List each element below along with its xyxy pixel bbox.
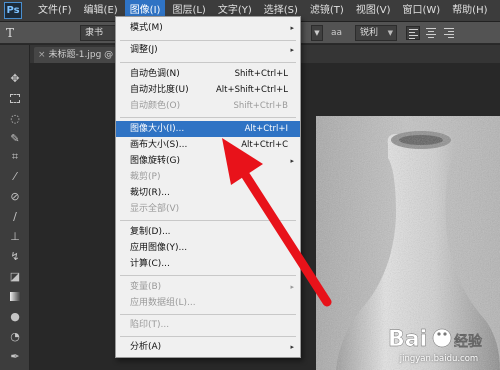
chevron-down-icon: ▼ [387, 29, 393, 37]
menu-divider [120, 220, 296, 221]
menu-window[interactable]: 窗口(W) [397, 0, 445, 22]
close-icon[interactable]: × [38, 50, 46, 60]
marquee-icon[interactable] [7, 91, 23, 107]
menu-filter[interactable]: 滤镜(T) [305, 0, 349, 22]
align-center-icon[interactable] [424, 26, 438, 40]
baidu-watermark: Bai 经验 jingyan.baidu.com [384, 318, 494, 366]
align-left-icon[interactable] [406, 26, 420, 40]
shortcut-label: Shift+Ctrl+B [233, 101, 288, 111]
submenu-arrow-icon: ▸ [290, 46, 294, 54]
blur-icon[interactable]: ● [7, 309, 23, 325]
menu-item-mode[interactable]: 模式(M) ▸ [116, 20, 300, 36]
antialias-select[interactable]: 锐利 ▼ [355, 25, 397, 41]
baidu-logo-icon: Bai 经验 [388, 327, 483, 352]
align-right-icon[interactable] [442, 26, 456, 40]
menu-item-apply-data-set-label: 应用数据组(L)... [130, 298, 196, 308]
menu-divider [120, 40, 296, 41]
menu-item-canvas-size[interactable]: 画布大小(S)... Alt+Ctrl+C [116, 137, 300, 153]
clone-stamp-icon[interactable]: ⊥ [7, 229, 23, 245]
menu-item-auto-color-label: 自动颜色(O) [130, 101, 181, 111]
menu-item-mode-label: 模式(M) [130, 23, 163, 33]
menu-item-duplicate[interactable]: 复制(D)... [116, 224, 300, 240]
eyedropper-icon[interactable]: ⁄ [7, 169, 23, 185]
photoshop-logo-icon: Ps [4, 2, 22, 19]
shortcut-label: Alt+Shift+Ctrl+L [215, 85, 288, 95]
menu-item-image-rotation[interactable]: 图像旋转(G) ▸ [116, 153, 300, 169]
type-tool-icon[interactable]: T [6, 25, 20, 41]
menu-item-apply-data-set: 应用数据组(L)... [116, 295, 300, 311]
menu-item-crop-label: 裁剪(P) [130, 172, 161, 182]
menu-divider [120, 62, 296, 63]
svg-text:Bai: Bai [388, 327, 427, 352]
eraser-icon[interactable]: ◪ [7, 269, 23, 285]
menu-item-variables-label: 变量(B) [130, 282, 162, 292]
menu-item-duplicate-label: 复制(D)... [130, 227, 171, 237]
menu-item-trap: 陷印(T)... [116, 317, 300, 333]
menu-item-calculations-label: 计算(C)... [130, 259, 170, 269]
healing-icon[interactable]: ⊘ [7, 189, 23, 205]
history-brush-icon[interactable]: ↯ [7, 249, 23, 265]
menu-item-trim[interactable]: 裁切(R)... [116, 185, 300, 201]
watermark-url: jingyan.baidu.com [399, 354, 479, 364]
menu-divider [120, 314, 296, 315]
brush-icon[interactable]: ∕ [7, 209, 23, 225]
menu-item-adjustments-label: 调整(J) [130, 45, 158, 55]
menu-item-auto-color: 自动颜色(O) Shift+Ctrl+B [116, 98, 300, 114]
svg-text:经验: 经验 [454, 333, 483, 350]
menu-item-analysis[interactable]: 分析(A) ▸ [116, 339, 300, 355]
image-menu-dropdown: 模式(M) ▸ 调整(J) ▸ 自动色调(N) Shift+Ctrl+L 自动对… [115, 16, 301, 358]
submenu-arrow-icon: ▸ [290, 283, 294, 291]
crop-icon[interactable]: ⌗ [7, 149, 23, 165]
menu-item-adjustments[interactable]: 调整(J) ▸ [116, 42, 300, 58]
antialias-value: 锐利 [360, 28, 379, 38]
shortcut-label: Alt+Ctrl+I [244, 124, 288, 134]
menu-item-canvas-size-label: 画布大小(S)... [130, 140, 188, 150]
move-icon[interactable]: ✥ [7, 71, 23, 87]
font-size-dropdown[interactable]: ▼ [311, 25, 323, 41]
menu-item-auto-contrast[interactable]: 自动对比度(U) Alt+Shift+Ctrl+L [116, 82, 300, 98]
shortcut-label: Alt+Ctrl+C [241, 140, 288, 150]
menu-item-image-size[interactable]: 图像大小(I)... Alt+Ctrl+I [116, 121, 300, 137]
menu-item-auto-tone[interactable]: 自动色调(N) Shift+Ctrl+L [116, 66, 300, 82]
menu-item-trap-label: 陷印(T)... [130, 320, 170, 330]
lasso-icon[interactable]: ◌ [7, 111, 23, 127]
menu-item-variables: 变量(B) ▸ [116, 279, 300, 295]
menu-item-analysis-label: 分析(A) [130, 342, 162, 352]
antialias-icon: aa [331, 28, 343, 38]
pen-icon[interactable]: ✒ [7, 349, 23, 365]
menu-divider [120, 117, 296, 118]
menu-divider [120, 336, 296, 337]
submenu-arrow-icon: ▸ [290, 24, 294, 32]
menu-item-trim-label: 裁切(R)... [130, 188, 170, 198]
menu-item-reveal-all-label: 显示全部(V) [130, 204, 180, 214]
font-family-select[interactable]: 隶书 [80, 25, 116, 41]
menu-item-apply-image-label: 应用图像(Y)... [130, 243, 188, 253]
menu-item-auto-contrast-label: 自动对比度(U) [130, 85, 189, 95]
shortcut-label: Shift+Ctrl+L [234, 69, 288, 79]
menu-item-auto-tone-label: 自动色调(N) [130, 69, 180, 79]
menu-view[interactable]: 视图(V) [351, 0, 396, 22]
submenu-arrow-icon: ▸ [290, 343, 294, 351]
menu-divider [120, 275, 296, 276]
quick-select-icon[interactable]: ✎ [7, 131, 23, 147]
menu-item-image-size-label: 图像大小(I)... [130, 124, 185, 134]
menu-item-image-rotation-label: 图像旋转(G) [130, 156, 180, 166]
menu-item-apply-image[interactable]: 应用图像(Y)... [116, 240, 300, 256]
menu-file[interactable]: 文件(F) [33, 0, 77, 22]
menu-item-crop: 裁剪(P) [116, 169, 300, 185]
tools-panel: ✥ ◌ ✎ ⌗ ⁄ ⊘ ∕ ⊥ ↯ ◪ ● ◔ ✒ [0, 45, 30, 370]
dodge-icon[interactable]: ◔ [7, 329, 23, 345]
submenu-arrow-icon: ▸ [290, 157, 294, 165]
gradient-icon[interactable] [7, 289, 23, 305]
menu-item-calculations[interactable]: 计算(C)... [116, 256, 300, 272]
menu-help[interactable]: 帮助(H) [447, 0, 492, 22]
menu-item-reveal-all: 显示全部(V) [116, 201, 300, 217]
